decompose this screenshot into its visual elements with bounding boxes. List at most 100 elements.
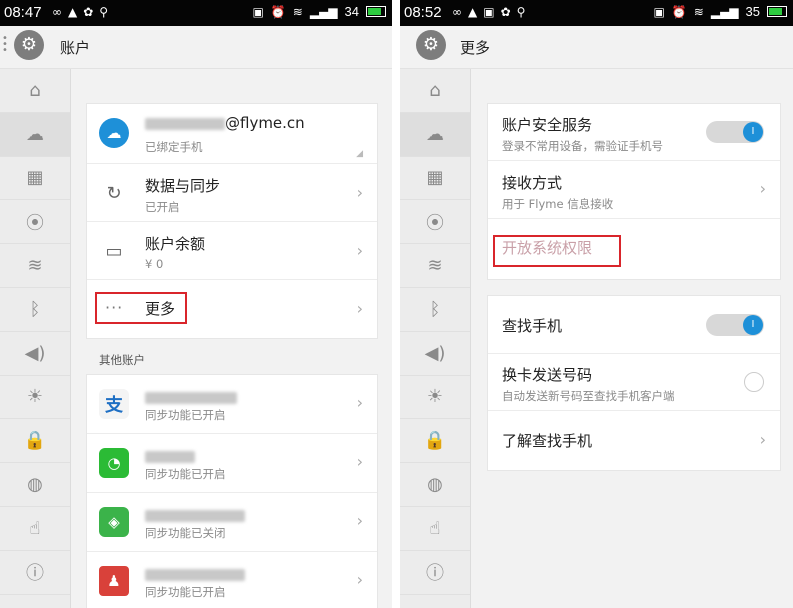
security-service-subtitle: 登录不常用设备，需验证手机号 — [502, 139, 663, 153]
notification-icon: ▲ — [468, 5, 478, 19]
balance-subtitle: ¥ 0 — [145, 257, 164, 271]
chevron-right-icon: › — [356, 393, 363, 412]
other-account-row[interactable]: 支 同步功能已开启 › — [87, 375, 377, 434]
rail-home-icon[interactable]: ⌂ — [0, 69, 70, 113]
find-phone-toggle[interactable]: I — [706, 314, 764, 336]
battery-level: 35 — [745, 4, 760, 19]
battery-icon — [767, 6, 787, 17]
chevron-right-icon: › — [356, 183, 363, 202]
balance-row[interactable]: ▭ 账户余额 ¥ 0 › — [87, 222, 377, 280]
security-service-row[interactable]: 账户安全服务 登录不常用设备，需验证手机号 I — [488, 104, 780, 161]
status-time: 08:52 — [404, 4, 442, 21]
alipay-icon: 支 — [99, 389, 129, 419]
app-bar: • • • ⚙ 账户 — [0, 26, 392, 69]
security-service-title: 账户安全服务 — [502, 116, 593, 134]
data-sync-row[interactable]: ↻ 数据与同步 已开启 › — [87, 164, 377, 222]
rail-grid-icon[interactable]: ▦ — [400, 157, 470, 201]
other-account-subtitle: 同步功能已开启 — [145, 408, 226, 422]
learn-find-phone-row[interactable]: 了解查找手机 › — [488, 411, 780, 470]
sim-change-radio[interactable] — [744, 372, 764, 392]
security-service-toggle[interactable]: I — [706, 121, 764, 143]
rail-antenna-icon[interactable]: ⦿ — [400, 200, 470, 245]
corner-indicator-icon: ◢ — [356, 149, 363, 159]
rail-home-icon[interactable]: ⌂ — [400, 69, 470, 113]
status-bar: 08:47 ∞ ▲ ✿ ⚲ ▣ ⏰ ≋ ▂▄▆ 34 — [0, 0, 392, 26]
rail-bluetooth-icon[interactable]: ᛒ — [0, 288, 70, 332]
rail-hand-icon[interactable]: ☝ — [400, 507, 470, 551]
right-screen: 08:52 ∞ ▲ ▣ ✿ ⚲ ▣ ⏰ ≋ ▂▄▆ 35 ⚙ 更多 ⌂ ☁ ▦ … — [400, 0, 793, 608]
sync-icon: ✿ — [83, 5, 94, 19]
other-account-row[interactable]: ◔ 同步功能已开启 › — [87, 434, 377, 493]
chevron-right-icon: › — [356, 241, 363, 260]
rail-wifi-icon[interactable]: ≋ — [400, 244, 470, 288]
rail-brightness-icon[interactable]: ☀ — [400, 376, 470, 420]
infinity-icon: ∞ — [52, 5, 62, 19]
chevron-right-icon: › — [356, 299, 363, 318]
infinity-icon: ∞ — [452, 5, 462, 19]
notification-icon: ▲ — [68, 5, 78, 19]
find-phone-row[interactable]: 查找手机 I — [488, 296, 780, 354]
rail-hand-icon[interactable]: ☝ — [0, 507, 70, 551]
receive-method-row[interactable]: 接收方式 用于 Flyme 信息接收 › — [488, 161, 780, 219]
rail-brightness-icon[interactable]: ☀ — [0, 376, 70, 420]
status-time: 08:47 — [4, 4, 42, 21]
chevron-right-icon: › — [356, 570, 363, 589]
sim-change-row[interactable]: 换卡发送号码 自动发送新号码至查找手机客户端 — [488, 354, 780, 411]
rail-volume-icon[interactable]: ◀) — [0, 332, 70, 376]
blurred-username — [145, 117, 225, 130]
chevron-right-icon: › — [759, 430, 766, 449]
other-account-row[interactable]: ♟ 同步功能已开启 › — [87, 552, 377, 608]
sim-change-title: 换卡发送号码 — [502, 366, 593, 384]
rail-antenna-icon[interactable]: ⦿ — [0, 200, 70, 245]
rail-globe-icon[interactable]: ◍ — [400, 463, 470, 507]
blurred-account-name — [145, 391, 237, 404]
app-bar: ⚙ 更多 — [400, 26, 793, 69]
app-icon: ◈ — [99, 507, 129, 537]
signal-icon: ▂▄▆ — [710, 4, 739, 19]
status-bar: 08:52 ∞ ▲ ▣ ✿ ⚲ ▣ ⏰ ≋ ▂▄▆ 35 — [400, 0, 793, 26]
sync-icon: ↻ — [106, 182, 122, 204]
rail-lock-location-icon[interactable]: 🔒 — [400, 419, 470, 464]
other-account-subtitle: 同步功能已开启 — [145, 467, 226, 481]
chevron-right-icon: › — [356, 511, 363, 530]
divider — [392, 0, 400, 608]
rail-info-icon[interactable]: ⓘ — [400, 551, 470, 595]
rail-cloud-icon[interactable]: ☁ — [400, 112, 470, 157]
data-sync-title: 数据与同步 — [145, 177, 221, 195]
find-phone-card: 查找手机 I 换卡发送号码 自动发送新号码至查找手机客户端 了解查找手机 › — [487, 295, 781, 471]
usb-icon: ⚲ — [516, 5, 526, 19]
image-icon: ▣ — [483, 5, 495, 19]
wifi-status-icon: ≋ — [292, 4, 303, 19]
highlight-box — [493, 235, 621, 267]
rail-wifi-icon[interactable]: ≋ — [0, 244, 70, 288]
settings-rail: ⌂ ☁ ▦ ⦿ ≋ ᛒ ◀) ☀ 🔒 ◍ ☝ ⓘ — [0, 69, 71, 608]
highlight-box — [95, 292, 187, 324]
signal-icon: ▂▄▆ — [309, 4, 338, 19]
settings-gear-icon[interactable]: ⚙ — [416, 30, 446, 60]
other-account-row[interactable]: ◈ 同步功能已关闭 › — [87, 493, 377, 552]
rail-lock-location-icon[interactable]: 🔒 — [0, 419, 70, 464]
battery-icon — [366, 6, 386, 17]
alarm-icon: ⏰ — [270, 4, 286, 19]
receive-method-title: 接收方式 — [502, 174, 563, 192]
chevron-right-icon: › — [759, 179, 766, 198]
content-area: ☁ @flyme.cn 已绑定手机 ◢ ↻ 数据与同步 已开启 › ▭ 账户余额… — [71, 69, 392, 608]
rail-info-icon[interactable]: ⓘ — [0, 551, 70, 595]
content-area: 账户安全服务 登录不常用设备，需验证手机号 I 接收方式 用于 Flyme 信息… — [471, 69, 793, 608]
wallet-icon: ▭ — [105, 240, 123, 262]
drag-handle-icon[interactable]: • • • — [2, 34, 8, 56]
settings-rail: ⌂ ☁ ▦ ⦿ ≋ ᛒ ◀) ☀ 🔒 ◍ ☝ ⓘ — [400, 69, 471, 608]
blurred-account-name — [145, 568, 245, 581]
blurred-account-name — [145, 509, 245, 522]
rail-cloud-icon[interactable]: ☁ — [0, 112, 70, 157]
rail-bluetooth-icon[interactable]: ᛒ — [400, 288, 470, 332]
account-subtitle: 已绑定手机 — [145, 140, 203, 154]
receive-method-subtitle: 用于 Flyme 信息接收 — [502, 197, 614, 211]
rail-grid-icon[interactable]: ▦ — [0, 157, 70, 201]
settings-gear-icon[interactable]: ⚙ — [14, 30, 44, 60]
balance-title: 账户余额 — [145, 235, 206, 253]
rail-globe-icon[interactable]: ◍ — [0, 463, 70, 507]
message-icon: ▣ — [252, 4, 264, 19]
flyme-account-row[interactable]: ☁ @flyme.cn 已绑定手机 ◢ — [87, 104, 377, 164]
rail-volume-icon[interactable]: ◀) — [400, 332, 470, 376]
